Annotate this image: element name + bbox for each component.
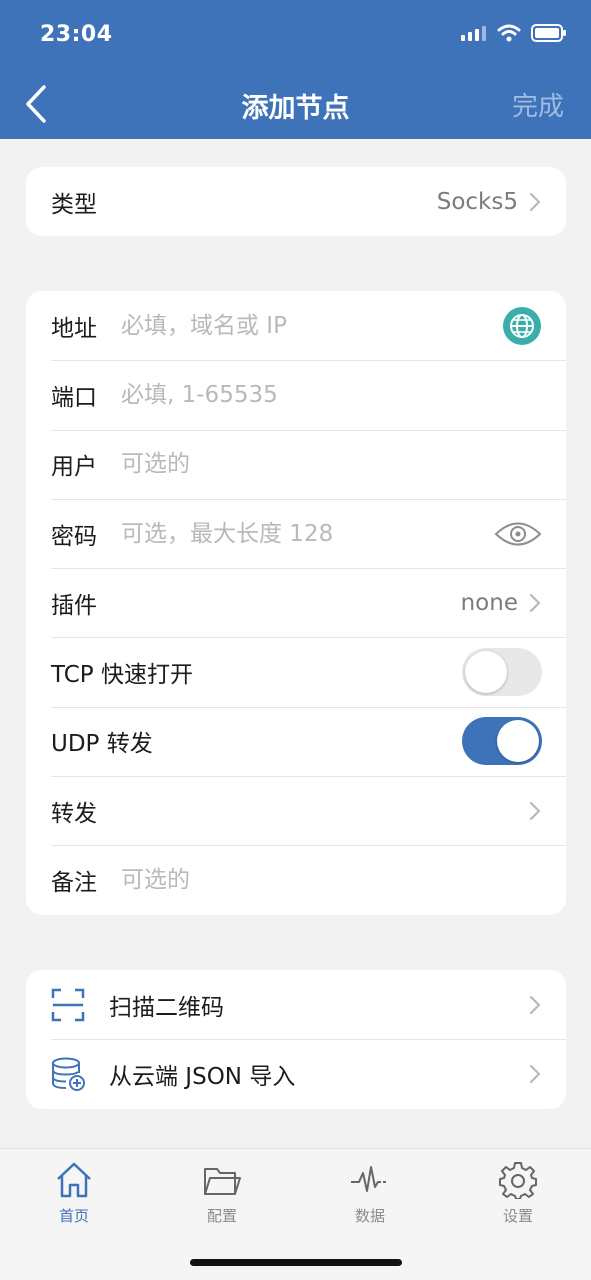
home-indicator (190, 1259, 402, 1266)
udp-forward-toggle[interactable] (462, 717, 542, 766)
port-input[interactable] (121, 381, 542, 408)
plugin-row[interactable]: 插件 none (26, 568, 566, 637)
tab-data-label: 数据 (354, 1207, 385, 1225)
cloud-json-row[interactable]: 从云端 JSON 导入 (26, 1039, 566, 1108)
tab-settings[interactable]: 设置 (468, 1161, 568, 1226)
type-value: Socks5 (436, 188, 518, 215)
import-card: 扫描二维码 从云端 JSON 导入 (26, 970, 566, 1109)
address-input[interactable] (121, 312, 502, 339)
type-label: 类型 (51, 191, 97, 218)
password-row: 密码 (26, 498, 566, 568)
tab-data[interactable]: 数据 (320, 1161, 420, 1226)
page-title: 添加节点 (241, 93, 350, 124)
toggle-knob (497, 720, 539, 763)
chevron-right-icon (530, 1064, 541, 1083)
tab-config-label: 配置 (206, 1207, 237, 1225)
tab-config[interactable]: 配置 (172, 1161, 272, 1226)
done-button[interactable]: 完成 (512, 86, 564, 123)
forward-row[interactable]: 转发 (26, 776, 566, 845)
scan-qr-row[interactable]: 扫描二维码 (26, 970, 566, 1039)
chevron-right-icon (530, 593, 541, 612)
password-label: 密码 (51, 523, 97, 550)
udp-forward-label: UDP 转发 (51, 731, 153, 758)
port-label: 端口 (51, 384, 97, 411)
tab-home[interactable]: 首页 (24, 1161, 124, 1226)
wifi-icon (497, 24, 521, 42)
type-row[interactable]: 类型 Socks5 (26, 167, 566, 236)
note-input[interactable] (121, 867, 542, 894)
chevron-right-icon (530, 995, 541, 1014)
udp-forward-row: UDP 转发 (26, 706, 566, 776)
tab-settings-label: 设置 (502, 1207, 533, 1225)
plugin-value: none (460, 589, 518, 616)
tab-home-label: 首页 (58, 1207, 89, 1225)
scan-qr-label: 扫描二维码 (109, 994, 224, 1021)
user-label: 用户 (51, 454, 97, 481)
qr-scan-icon (51, 988, 85, 1021)
address-label: 地址 (51, 315, 97, 342)
toggle-knob (465, 651, 507, 694)
note-row: 备注 (26, 845, 566, 914)
type-card: 类型 Socks5 (26, 167, 566, 237)
database-add-icon (52, 1057, 85, 1091)
chevron-right-icon (530, 801, 541, 820)
battery-icon (531, 24, 566, 42)
header: 23:04 添加节点 完成 (0, 0, 591, 139)
port-row: 端口 (26, 360, 566, 429)
status-icons (461, 24, 567, 42)
tcp-fast-open-toggle[interactable] (462, 648, 542, 697)
pulse-icon (351, 1166, 386, 1192)
home-icon (57, 1162, 91, 1198)
address-row: 地址 (26, 291, 566, 360)
eye-icon[interactable] (494, 519, 542, 549)
user-input[interactable] (121, 451, 542, 478)
globe-icon[interactable] (502, 306, 542, 346)
signal-icon (461, 26, 486, 41)
cloud-json-label: 从云端 JSON 导入 (109, 1063, 296, 1090)
folder-icon (204, 1168, 241, 1195)
password-input[interactable] (121, 520, 494, 547)
status-time: 23:04 (40, 22, 113, 47)
gear-icon (499, 1162, 537, 1200)
note-label: 备注 (51, 870, 97, 897)
forward-label: 转发 (51, 800, 97, 827)
tcp-fast-open-label: TCP 快速打开 (51, 662, 193, 689)
user-row: 用户 (26, 429, 566, 499)
chevron-right-icon (530, 192, 541, 211)
tcp-fast-open-row: TCP 快速打开 (26, 637, 566, 706)
node-form-card: 地址 端口 用户 密码 插件 none TCP (26, 291, 566, 915)
plugin-label: 插件 (51, 592, 97, 619)
